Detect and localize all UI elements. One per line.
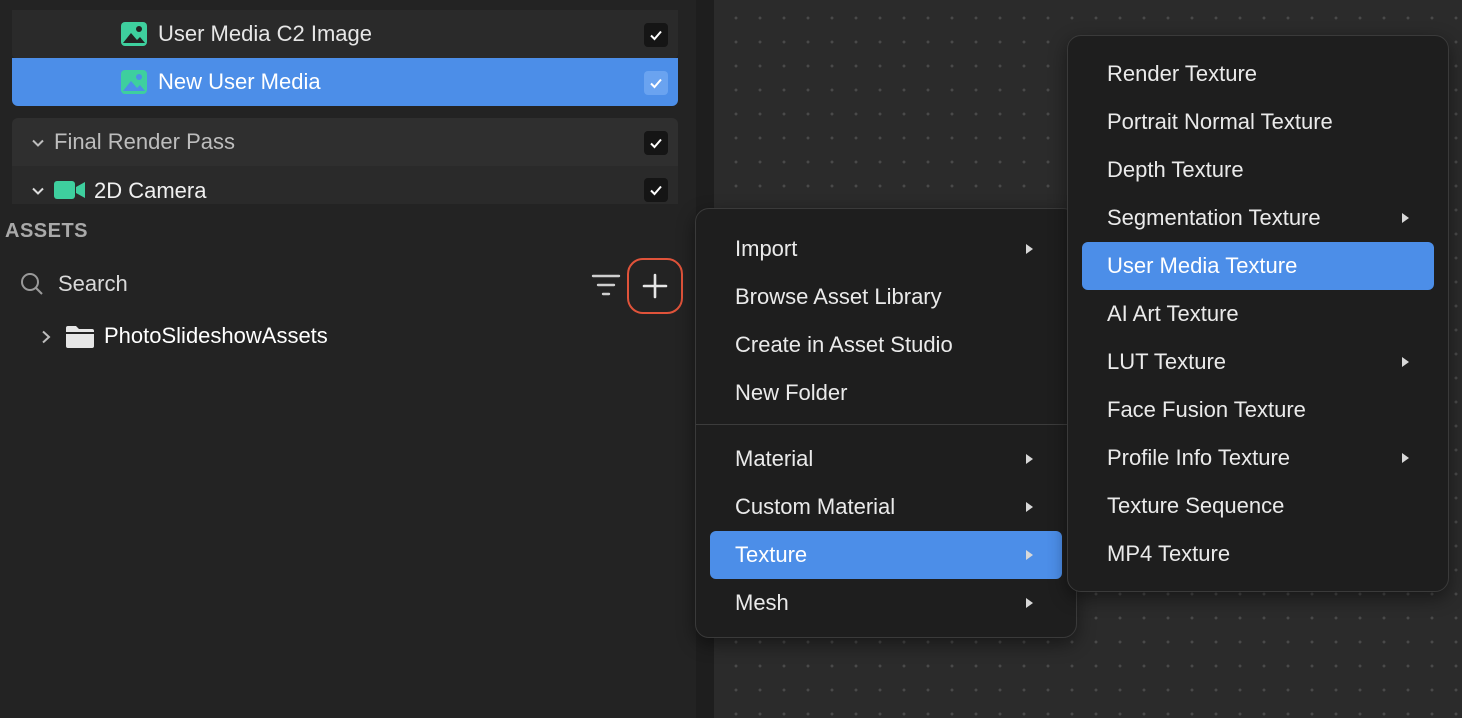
menu-item-label: Depth Texture <box>1107 157 1244 182</box>
menu-item-mesh[interactable]: Mesh <box>710 579 1062 627</box>
submenu-arrow-icon <box>1026 454 1033 464</box>
menu-item-face-fusion-texture[interactable]: Face Fusion Texture <box>1082 386 1434 434</box>
menu-item-label: Custom Material <box>735 494 896 519</box>
menu-item-label: Mesh <box>735 590 789 615</box>
check-icon <box>650 78 662 89</box>
menu-item-label: Import <box>735 236 798 261</box>
scene-item-label: 2D Camera <box>94 178 207 203</box>
menu-item-label: Texture Sequence <box>1107 493 1285 518</box>
menu-item-render-texture[interactable]: Render Texture <box>1082 50 1434 98</box>
menu-separator <box>696 424 1076 425</box>
submenu-arrow-icon <box>1026 598 1033 608</box>
texture-submenu: Render Texture Portrait Normal Texture D… <box>1067 35 1449 592</box>
camera-icon <box>54 181 85 199</box>
check-icon <box>650 138 662 149</box>
menu-item-segmentation-texture[interactable]: Segmentation Texture <box>1082 194 1434 242</box>
menu-item-texture[interactable]: Texture <box>710 531 1062 579</box>
menu-item-custom-material[interactable]: Custom Material <box>710 483 1062 531</box>
menu-item-profile-info-texture[interactable]: Profile Info Texture <box>1082 434 1434 482</box>
menu-item-material[interactable]: Material <box>710 435 1062 483</box>
menu-item-label: Create in Asset Studio <box>735 332 953 357</box>
menu-item-label: Profile Info Texture <box>1107 445 1291 470</box>
scene-item-label: Final Render Pass <box>54 129 235 154</box>
menu-item-user-media-texture[interactable]: User Media Texture <box>1082 242 1434 290</box>
left-panel: User Media C2 Image New User Media Final… <box>0 0 696 718</box>
enable-checkbox[interactable] <box>644 23 668 47</box>
submenu-arrow-icon <box>1026 550 1033 560</box>
check-icon <box>650 30 662 41</box>
menu-item-label: Segmentation Texture <box>1107 205 1321 230</box>
menu-item-new-folder[interactable]: New Folder <box>710 369 1062 417</box>
submenu-arrow-icon <box>1026 244 1033 254</box>
enable-checkbox[interactable] <box>644 71 668 95</box>
scene-item-user-media-c2-image[interactable]: User Media C2 Image <box>12 10 678 58</box>
menu-item-label: User Media Texture <box>1107 253 1298 278</box>
menu-item-label: Portrait Normal Texture <box>1107 109 1333 134</box>
image-icon <box>121 22 147 46</box>
enable-checkbox[interactable] <box>644 178 668 202</box>
assets-panel-title: ASSETS <box>5 220 89 242</box>
menu-item-label: Face Fusion Texture <box>1107 397 1306 422</box>
chevron-down-icon[interactable] <box>30 135 46 151</box>
scene-item-label: New User Media <box>158 69 321 94</box>
scene-item-new-user-media[interactable]: New User Media <box>12 58 678 106</box>
menu-item-label: Render Texture <box>1107 61 1258 86</box>
menu-item-label: Material <box>735 446 814 471</box>
menu-item-label: Texture <box>735 542 808 567</box>
menu-item-label: New Folder <box>735 380 848 405</box>
menu-item-depth-texture[interactable]: Depth Texture <box>1082 146 1434 194</box>
check-icon <box>650 185 662 196</box>
menu-item-portrait-normal-texture[interactable]: Portrait Normal Texture <box>1082 98 1434 146</box>
filter-icon[interactable] <box>591 272 621 298</box>
menu-item-browse-asset-library[interactable]: Browse Asset Library <box>710 273 1062 321</box>
menu-item-label: LUT Texture <box>1107 349 1227 374</box>
chevron-right-icon[interactable] <box>38 329 54 345</box>
menu-item-ai-art-texture[interactable]: AI Art Texture <box>1082 290 1434 338</box>
submenu-arrow-icon <box>1402 357 1409 367</box>
menu-item-label: Browse Asset Library <box>735 284 942 309</box>
asset-folder-label: PhotoSlideshowAssets <box>104 323 328 348</box>
scene-item-2d-camera[interactable]: 2D Camera <box>12 166 678 204</box>
menu-item-label: MP4 Texture <box>1107 541 1231 566</box>
add-asset-button[interactable] <box>627 258 683 314</box>
enable-checkbox[interactable] <box>644 131 668 155</box>
menu-item-mp4-texture[interactable]: MP4 Texture <box>1082 530 1434 578</box>
submenu-arrow-icon <box>1402 453 1409 463</box>
search-icon <box>21 273 43 295</box>
plus-icon <box>642 273 668 299</box>
add-asset-menu: Import Browse Asset Library Create in As… <box>695 208 1077 638</box>
submenu-arrow-icon <box>1402 213 1409 223</box>
scene-item-label: User Media C2 Image <box>158 21 372 46</box>
menu-item-label: AI Art Texture <box>1107 301 1239 326</box>
menu-item-import[interactable]: Import <box>710 225 1062 273</box>
folder-icon <box>66 326 94 348</box>
image-icon <box>121 70 147 94</box>
menu-item-lut-texture[interactable]: LUT Texture <box>1082 338 1434 386</box>
chevron-down-icon[interactable] <box>30 183 46 199</box>
submenu-arrow-icon <box>1026 502 1033 512</box>
menu-item-create-in-asset-studio[interactable]: Create in Asset Studio <box>710 321 1062 369</box>
asset-search-input[interactable]: Search <box>58 271 128 297</box>
scene-item-final-render-pass[interactable]: Final Render Pass <box>12 118 678 166</box>
menu-item-texture-sequence[interactable]: Texture Sequence <box>1082 482 1434 530</box>
